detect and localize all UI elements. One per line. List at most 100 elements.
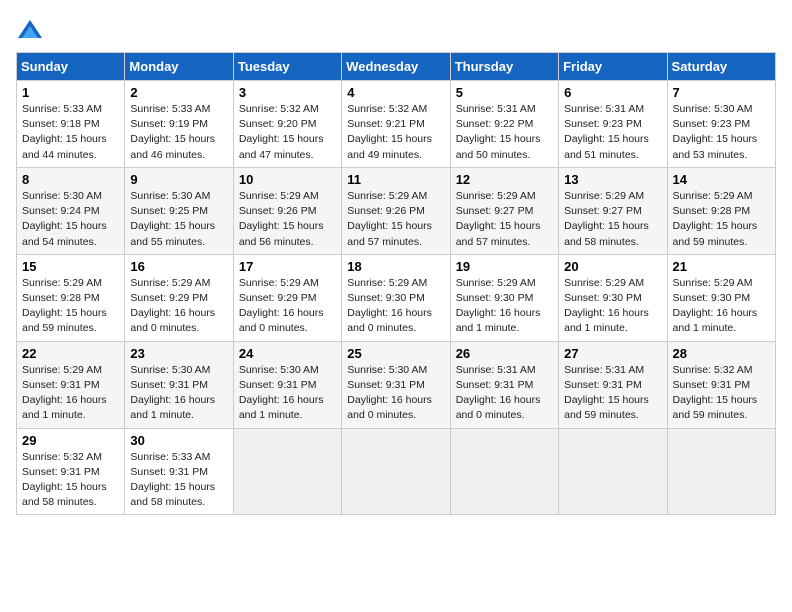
header-wednesday: Wednesday — [342, 53, 450, 81]
day-number: 11 — [347, 172, 444, 187]
day-info: Sunrise: 5:29 AM Sunset: 9:31 PM Dayligh… — [22, 363, 119, 424]
day-number: 13 — [564, 172, 661, 187]
day-info: Sunrise: 5:29 AM Sunset: 9:29 PM Dayligh… — [130, 276, 227, 337]
day-number: 18 — [347, 259, 444, 274]
table-row: 5 Sunrise: 5:31 AM Sunset: 9:22 PM Dayli… — [450, 81, 558, 168]
day-info: Sunrise: 5:31 AM Sunset: 9:22 PM Dayligh… — [456, 102, 553, 163]
table-row: 29 Sunrise: 5:32 AM Sunset: 9:31 PM Dayl… — [17, 428, 125, 515]
day-number: 15 — [22, 259, 119, 274]
day-number: 4 — [347, 85, 444, 100]
day-info: Sunrise: 5:31 AM Sunset: 9:31 PM Dayligh… — [564, 363, 661, 424]
table-row — [450, 428, 558, 515]
day-info: Sunrise: 5:29 AM Sunset: 9:26 PM Dayligh… — [239, 189, 336, 250]
table-row: 23 Sunrise: 5:30 AM Sunset: 9:31 PM Dayl… — [125, 341, 233, 428]
table-row: 11 Sunrise: 5:29 AM Sunset: 9:26 PM Dayl… — [342, 167, 450, 254]
calendar-row: 22 Sunrise: 5:29 AM Sunset: 9:31 PM Dayl… — [17, 341, 776, 428]
day-number: 30 — [130, 433, 227, 448]
table-row: 2 Sunrise: 5:33 AM Sunset: 9:19 PM Dayli… — [125, 81, 233, 168]
day-info: Sunrise: 5:33 AM Sunset: 9:31 PM Dayligh… — [130, 450, 227, 511]
table-row: 26 Sunrise: 5:31 AM Sunset: 9:31 PM Dayl… — [450, 341, 558, 428]
table-row: 14 Sunrise: 5:29 AM Sunset: 9:28 PM Dayl… — [667, 167, 775, 254]
table-row: 10 Sunrise: 5:29 AM Sunset: 9:26 PM Dayl… — [233, 167, 341, 254]
day-info: Sunrise: 5:29 AM Sunset: 9:28 PM Dayligh… — [22, 276, 119, 337]
day-info: Sunrise: 5:30 AM Sunset: 9:23 PM Dayligh… — [673, 102, 770, 163]
table-row: 17 Sunrise: 5:29 AM Sunset: 9:29 PM Dayl… — [233, 254, 341, 341]
day-number: 20 — [564, 259, 661, 274]
table-row: 21 Sunrise: 5:29 AM Sunset: 9:30 PM Dayl… — [667, 254, 775, 341]
day-number: 12 — [456, 172, 553, 187]
day-number: 7 — [673, 85, 770, 100]
day-number: 19 — [456, 259, 553, 274]
table-row — [233, 428, 341, 515]
table-row — [559, 428, 667, 515]
table-row: 22 Sunrise: 5:29 AM Sunset: 9:31 PM Dayl… — [17, 341, 125, 428]
day-info: Sunrise: 5:29 AM Sunset: 9:27 PM Dayligh… — [456, 189, 553, 250]
day-number: 10 — [239, 172, 336, 187]
page-header — [16, 16, 776, 44]
day-info: Sunrise: 5:30 AM Sunset: 9:24 PM Dayligh… — [22, 189, 119, 250]
table-row: 4 Sunrise: 5:32 AM Sunset: 9:21 PM Dayli… — [342, 81, 450, 168]
header-sunday: Sunday — [17, 53, 125, 81]
table-row: 18 Sunrise: 5:29 AM Sunset: 9:30 PM Dayl… — [342, 254, 450, 341]
day-number: 9 — [130, 172, 227, 187]
table-row: 8 Sunrise: 5:30 AM Sunset: 9:24 PM Dayli… — [17, 167, 125, 254]
header-monday: Monday — [125, 53, 233, 81]
day-info: Sunrise: 5:33 AM Sunset: 9:18 PM Dayligh… — [22, 102, 119, 163]
logo — [16, 16, 48, 44]
day-number: 17 — [239, 259, 336, 274]
day-number: 25 — [347, 346, 444, 361]
table-row: 25 Sunrise: 5:30 AM Sunset: 9:31 PM Dayl… — [342, 341, 450, 428]
header-tuesday: Tuesday — [233, 53, 341, 81]
day-number: 1 — [22, 85, 119, 100]
day-info: Sunrise: 5:31 AM Sunset: 9:23 PM Dayligh… — [564, 102, 661, 163]
table-row: 7 Sunrise: 5:30 AM Sunset: 9:23 PM Dayli… — [667, 81, 775, 168]
day-info: Sunrise: 5:32 AM Sunset: 9:31 PM Dayligh… — [673, 363, 770, 424]
header-thursday: Thursday — [450, 53, 558, 81]
day-info: Sunrise: 5:29 AM Sunset: 9:30 PM Dayligh… — [456, 276, 553, 337]
day-number: 2 — [130, 85, 227, 100]
day-number: 3 — [239, 85, 336, 100]
table-row — [667, 428, 775, 515]
day-number: 16 — [130, 259, 227, 274]
day-info: Sunrise: 5:29 AM Sunset: 9:26 PM Dayligh… — [347, 189, 444, 250]
table-row: 30 Sunrise: 5:33 AM Sunset: 9:31 PM Dayl… — [125, 428, 233, 515]
table-row: 24 Sunrise: 5:30 AM Sunset: 9:31 PM Dayl… — [233, 341, 341, 428]
day-number: 29 — [22, 433, 119, 448]
day-info: Sunrise: 5:29 AM Sunset: 9:30 PM Dayligh… — [347, 276, 444, 337]
day-number: 22 — [22, 346, 119, 361]
calendar-table: Sunday Monday Tuesday Wednesday Thursday… — [16, 52, 776, 515]
table-row: 20 Sunrise: 5:29 AM Sunset: 9:30 PM Dayl… — [559, 254, 667, 341]
header-friday: Friday — [559, 53, 667, 81]
table-row: 19 Sunrise: 5:29 AM Sunset: 9:30 PM Dayl… — [450, 254, 558, 341]
day-info: Sunrise: 5:29 AM Sunset: 9:30 PM Dayligh… — [564, 276, 661, 337]
day-number: 23 — [130, 346, 227, 361]
day-info: Sunrise: 5:31 AM Sunset: 9:31 PM Dayligh… — [456, 363, 553, 424]
table-row: 15 Sunrise: 5:29 AM Sunset: 9:28 PM Dayl… — [17, 254, 125, 341]
day-info: Sunrise: 5:32 AM Sunset: 9:20 PM Dayligh… — [239, 102, 336, 163]
table-row: 6 Sunrise: 5:31 AM Sunset: 9:23 PM Dayli… — [559, 81, 667, 168]
day-number: 21 — [673, 259, 770, 274]
table-row: 9 Sunrise: 5:30 AM Sunset: 9:25 PM Dayli… — [125, 167, 233, 254]
weekday-header-row: Sunday Monday Tuesday Wednesday Thursday… — [17, 53, 776, 81]
calendar-row: 15 Sunrise: 5:29 AM Sunset: 9:28 PM Dayl… — [17, 254, 776, 341]
day-info: Sunrise: 5:30 AM Sunset: 9:31 PM Dayligh… — [130, 363, 227, 424]
day-number: 8 — [22, 172, 119, 187]
day-info: Sunrise: 5:33 AM Sunset: 9:19 PM Dayligh… — [130, 102, 227, 163]
day-info: Sunrise: 5:32 AM Sunset: 9:31 PM Dayligh… — [22, 450, 119, 511]
table-row: 28 Sunrise: 5:32 AM Sunset: 9:31 PM Dayl… — [667, 341, 775, 428]
day-info: Sunrise: 5:30 AM Sunset: 9:31 PM Dayligh… — [347, 363, 444, 424]
table-row — [342, 428, 450, 515]
logo-icon — [16, 16, 44, 44]
day-info: Sunrise: 5:29 AM Sunset: 9:27 PM Dayligh… — [564, 189, 661, 250]
day-info: Sunrise: 5:30 AM Sunset: 9:31 PM Dayligh… — [239, 363, 336, 424]
day-number: 26 — [456, 346, 553, 361]
calendar-row: 1 Sunrise: 5:33 AM Sunset: 9:18 PM Dayli… — [17, 81, 776, 168]
table-row: 3 Sunrise: 5:32 AM Sunset: 9:20 PM Dayli… — [233, 81, 341, 168]
day-info: Sunrise: 5:29 AM Sunset: 9:30 PM Dayligh… — [673, 276, 770, 337]
table-row: 12 Sunrise: 5:29 AM Sunset: 9:27 PM Dayl… — [450, 167, 558, 254]
day-number: 14 — [673, 172, 770, 187]
day-info: Sunrise: 5:30 AM Sunset: 9:25 PM Dayligh… — [130, 189, 227, 250]
day-number: 27 — [564, 346, 661, 361]
day-info: Sunrise: 5:29 AM Sunset: 9:29 PM Dayligh… — [239, 276, 336, 337]
day-number: 6 — [564, 85, 661, 100]
